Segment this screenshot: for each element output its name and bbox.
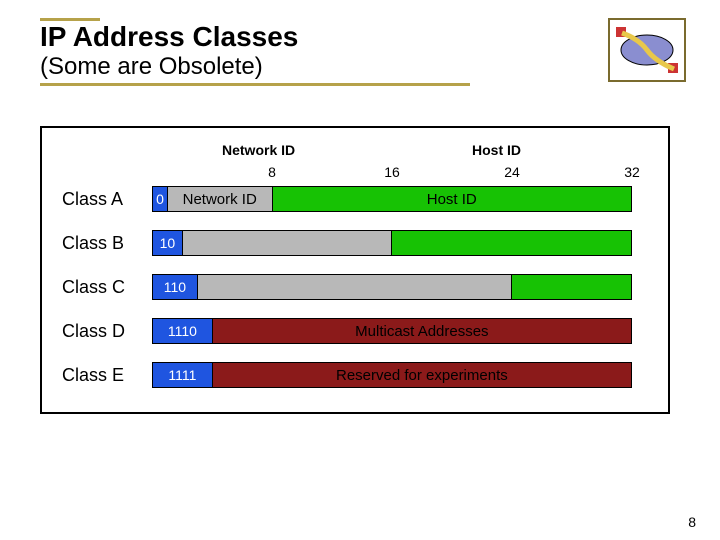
class-c-label: Class C bbox=[62, 277, 152, 298]
class-b-net bbox=[183, 231, 392, 255]
class-c-host bbox=[512, 275, 632, 299]
ip-class-diagram: Network ID Host ID 8 16 24 32 Class A 0 … bbox=[40, 126, 670, 414]
class-a-prefix: 0 bbox=[153, 187, 168, 211]
bit-scale: 8 16 24 32 bbox=[152, 164, 648, 186]
class-b-bar: 10 bbox=[152, 230, 632, 256]
class-b-row: Class B 10 bbox=[62, 230, 648, 256]
class-d-prefix: 1110 bbox=[153, 319, 213, 343]
page-number: 8 bbox=[688, 514, 696, 530]
class-c-bar: 110 bbox=[152, 274, 632, 300]
class-a-host: Host ID bbox=[273, 187, 632, 211]
class-e-bar: 1111 Reserved for experiments bbox=[152, 362, 632, 388]
class-b-host bbox=[392, 231, 631, 255]
class-e-text: Reserved for experiments bbox=[213, 363, 631, 387]
class-e-label: Class E bbox=[62, 365, 152, 386]
class-c-row: Class C 110 bbox=[62, 274, 648, 300]
class-d-row: Class D 1110 Multicast Addresses bbox=[62, 318, 648, 344]
host-id-label: Host ID bbox=[472, 142, 521, 158]
class-b-prefix: 10 bbox=[153, 231, 183, 255]
network-logo bbox=[608, 18, 686, 82]
class-e-prefix: 1111 bbox=[153, 363, 213, 387]
class-d-text: Multicast Addresses bbox=[213, 319, 631, 343]
bit-16: 16 bbox=[384, 164, 400, 180]
cloud-icon bbox=[614, 25, 680, 75]
network-id-label: Network ID bbox=[222, 142, 295, 158]
page-title: IP Address Classes bbox=[40, 21, 470, 53]
header-labels: Network ID Host ID bbox=[152, 142, 648, 164]
class-a-row: Class A 0 Network ID Host ID bbox=[62, 186, 648, 212]
class-a-bar: 0 Network ID Host ID bbox=[152, 186, 632, 212]
class-d-bar: 1110 Multicast Addresses bbox=[152, 318, 632, 344]
title-block: IP Address Classes (Some are Obsolete) bbox=[40, 18, 470, 86]
class-e-row: Class E 1111 Reserved for experiments bbox=[62, 362, 648, 388]
class-c-net bbox=[198, 275, 512, 299]
class-a-net: Network ID bbox=[168, 187, 273, 211]
class-b-label: Class B bbox=[62, 233, 152, 254]
class-c-prefix: 110 bbox=[153, 275, 198, 299]
class-d-label: Class D bbox=[62, 321, 152, 342]
class-a-label: Class A bbox=[62, 189, 152, 210]
bit-24: 24 bbox=[504, 164, 520, 180]
page-subtitle: (Some are Obsolete) bbox=[40, 53, 470, 81]
bit-32: 32 bbox=[624, 164, 640, 180]
bit-8: 8 bbox=[268, 164, 276, 180]
